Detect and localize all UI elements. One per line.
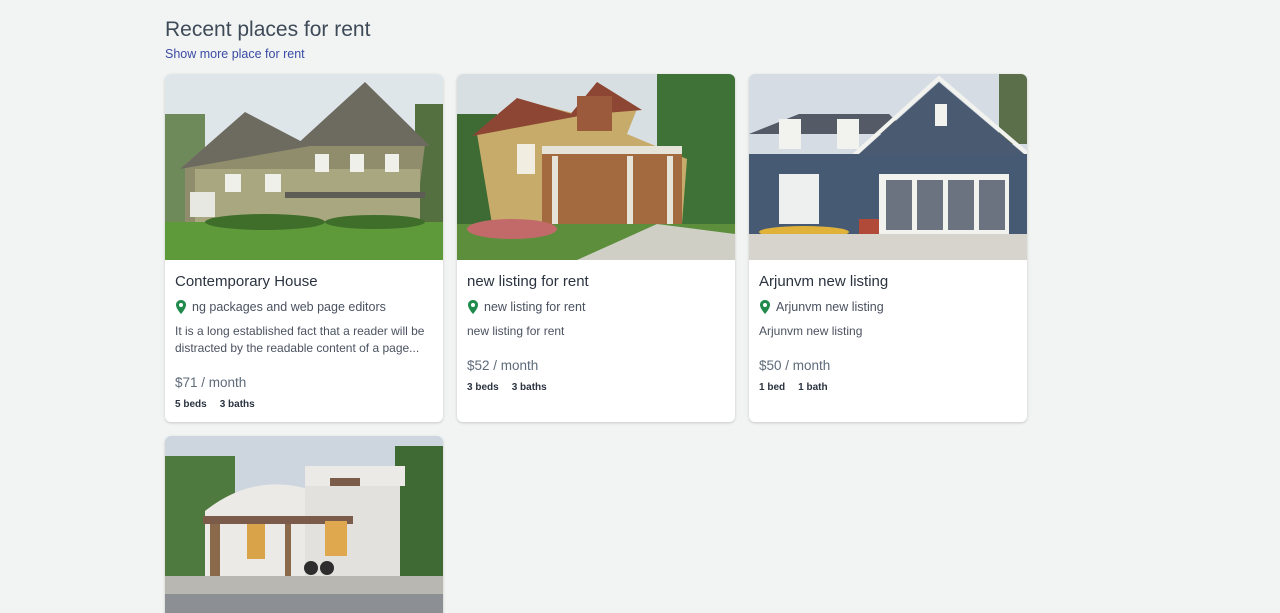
listing-card[interactable]: Contemporary House ng packages and web p… bbox=[165, 74, 443, 422]
section-title: Recent places for rent bbox=[165, 18, 371, 41]
listing-card[interactable]: new listing for rent new listing for ren… bbox=[457, 74, 735, 422]
listing-price: $50 / month bbox=[759, 358, 831, 373]
listing-photo bbox=[165, 74, 443, 260]
rentals-page: Recent places for rent Show more place f… bbox=[0, 0, 1280, 613]
listing-location: new listing for rent bbox=[484, 300, 586, 314]
listing-title: Arjunvm new listing bbox=[759, 273, 889, 290]
listing-card[interactable]: Arjunvm new listing Arjunvm new listing … bbox=[749, 74, 1027, 422]
listing-location: ng packages and web page editors bbox=[192, 300, 386, 314]
listing-description: Arjunvm new listing bbox=[759, 324, 863, 338]
show-more-link[interactable]: Show more place for rent bbox=[165, 47, 305, 61]
listing-beds: 3 beds bbox=[467, 382, 499, 393]
listing-baths: 1 bath bbox=[798, 382, 828, 393]
listing-title: new listing for rent bbox=[467, 273, 589, 290]
map-pin-icon bbox=[468, 300, 478, 314]
listing-beds: 1 bed bbox=[759, 382, 786, 393]
listing-baths: 3 baths bbox=[219, 399, 255, 410]
listing-photo bbox=[457, 74, 735, 260]
listing-beds: 5 beds bbox=[175, 399, 207, 410]
listing-description: new listing for rent bbox=[467, 324, 565, 338]
listing-location: Arjunvm new listing bbox=[776, 300, 884, 314]
listing-baths: 3 baths bbox=[511, 382, 547, 393]
listing-card[interactable] bbox=[165, 436, 443, 613]
listing-price: $71 / month bbox=[175, 375, 247, 390]
listing-photo bbox=[749, 74, 1027, 260]
map-pin-icon bbox=[760, 300, 770, 314]
listing-photo bbox=[165, 436, 443, 613]
listing-title: Contemporary House bbox=[175, 273, 318, 290]
map-pin-icon bbox=[176, 300, 186, 314]
listing-price: $52 / month bbox=[467, 358, 539, 373]
listing-grid: Contemporary House ng packages and web p… bbox=[165, 74, 1027, 613]
listing-description: It is a long established fact that a rea… bbox=[175, 324, 425, 355]
